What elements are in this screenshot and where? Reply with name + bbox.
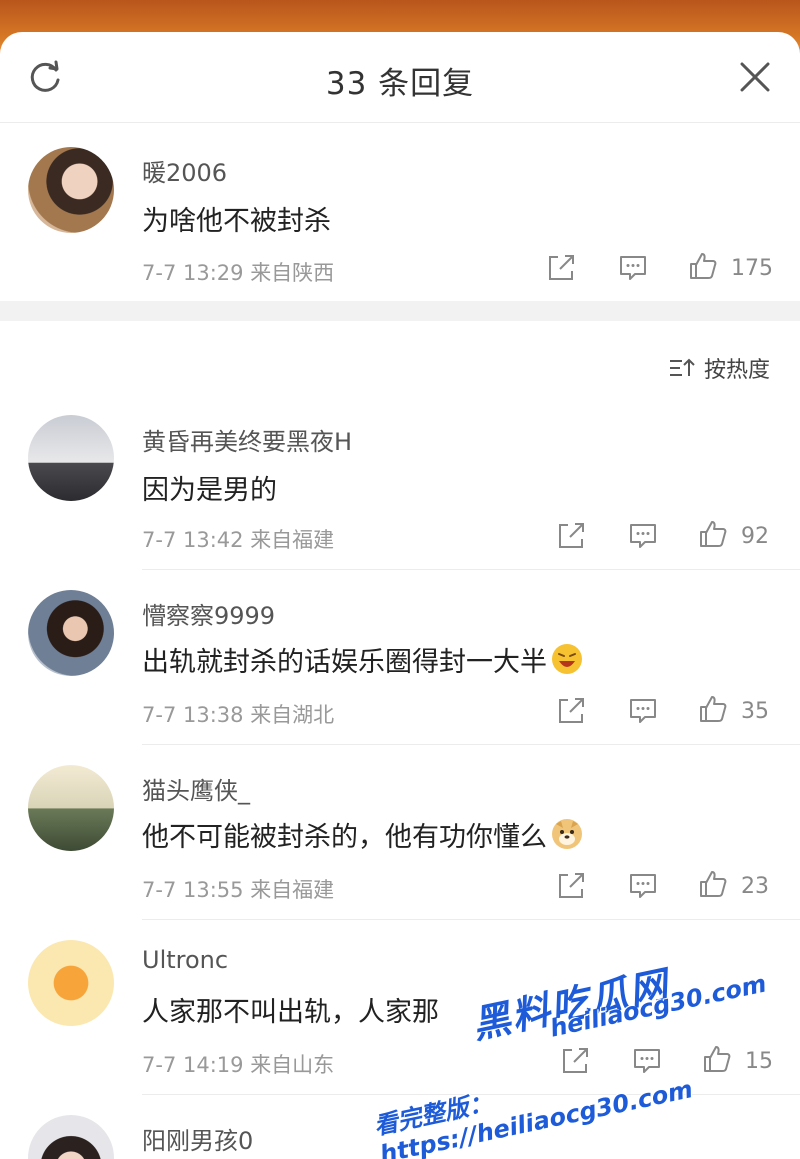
divider — [142, 744, 800, 745]
like-count: 175 — [731, 256, 773, 281]
like-count: 35 — [741, 699, 769, 724]
comment-text-content: 出轨就封杀的话娱乐圈得封一大半 — [142, 647, 547, 678]
comment-time: 7-7 13:42 — [142, 528, 244, 552]
avatar[interactable] — [28, 940, 114, 1026]
comment-text: 为啥他不被封杀 — [142, 206, 331, 237]
like-icon[interactable] — [698, 694, 728, 724]
share-icon[interactable] — [556, 871, 586, 901]
comment-location: 来自湖北 — [250, 703, 335, 727]
root-comment: 暖2006 为啥他不被封杀 7-7 13:29 来自陕西 175 — [0, 123, 800, 301]
comment-icon[interactable] — [618, 253, 648, 283]
comment-author[interactable]: 猫头鹰侠_ — [142, 771, 250, 806]
share-icon[interactable] — [546, 253, 576, 283]
sort-toggle[interactable]: 按热度 — [668, 352, 770, 384]
share-icon[interactable] — [556, 696, 586, 726]
comment-location: 来自山东 — [250, 1053, 335, 1077]
like-count: 92 — [741, 524, 769, 549]
sheet-header: 33 条回复 — [0, 32, 800, 123]
comment-text: 出轨就封杀的话娱乐圈得封一大半 — [142, 640, 583, 679]
section-divider — [0, 301, 800, 321]
like-count: 23 — [741, 874, 769, 899]
comment-time: 7-7 14:19 — [142, 1053, 244, 1077]
like-icon[interactable] — [688, 251, 718, 281]
comment-meta: 7-7 13:42 来自福建 — [142, 524, 334, 554]
sort-icon — [669, 358, 695, 376]
like-icon[interactable] — [698, 519, 728, 549]
comment-text: 因为是男的 — [142, 475, 277, 506]
comment-icon[interactable] — [628, 521, 658, 551]
divider — [142, 919, 800, 920]
avatar[interactable] — [28, 1115, 114, 1159]
avatar[interactable] — [28, 415, 114, 501]
comment-author[interactable]: 暖2006 — [142, 153, 227, 188]
comment-time: 7-7 13:29 — [142, 261, 244, 285]
comment-author[interactable]: Ultronc — [142, 946, 228, 974]
share-icon[interactable] — [556, 521, 586, 551]
comment-location: 来自陕西 — [250, 261, 335, 285]
close-icon[interactable] — [738, 60, 772, 94]
comment-location: 来自福建 — [250, 528, 335, 552]
comment-text: 他不可能被封杀的，他有功你懂么 — [142, 815, 583, 854]
avatar[interactable] — [28, 765, 114, 851]
comment-icon[interactable] — [628, 871, 658, 901]
comment-meta: 7-7 13:55 来自福建 — [142, 874, 334, 904]
comment-text-content: 他不可能被封杀的，他有功你懂么 — [142, 822, 547, 853]
comment-author[interactable]: 懵察察9999 — [142, 596, 275, 631]
doge-emoji-icon — [552, 819, 582, 849]
comment-meta: 7-7 14:19 来自山东 — [142, 1049, 334, 1079]
laughing-emoji-icon — [552, 644, 582, 674]
comment-text: 人家那不叫出轨，人家那 — [142, 997, 439, 1028]
watermark-prompt: 看完整版：https://heiliaocg30.com — [371, 1075, 696, 1159]
comment-author[interactable]: 阳刚男孩0 — [142, 1121, 253, 1156]
like-icon[interactable] — [698, 869, 728, 899]
comment-author[interactable]: 黄昏再美终要黑夜H — [142, 422, 352, 457]
avatar[interactable] — [28, 590, 114, 676]
comment-time: 7-7 13:38 — [142, 703, 244, 727]
comment-meta: 7-7 13:38 来自湖北 — [142, 699, 334, 729]
comment-location: 来自福建 — [250, 878, 335, 902]
avatar[interactable] — [28, 147, 114, 233]
sort-label: 按热度 — [703, 358, 770, 383]
comment-sheet: 33 条回复 暖2006 为啥他不被封杀 7-7 13:29 来自陕西 175 — [0, 32, 800, 1159]
page-title: 33 条回复 — [325, 66, 475, 102]
divider — [142, 569, 800, 570]
comment-meta: 7-7 13:29 来自陕西 — [142, 257, 334, 287]
comment-icon[interactable] — [628, 696, 658, 726]
comment-time: 7-7 13:55 — [142, 878, 244, 902]
